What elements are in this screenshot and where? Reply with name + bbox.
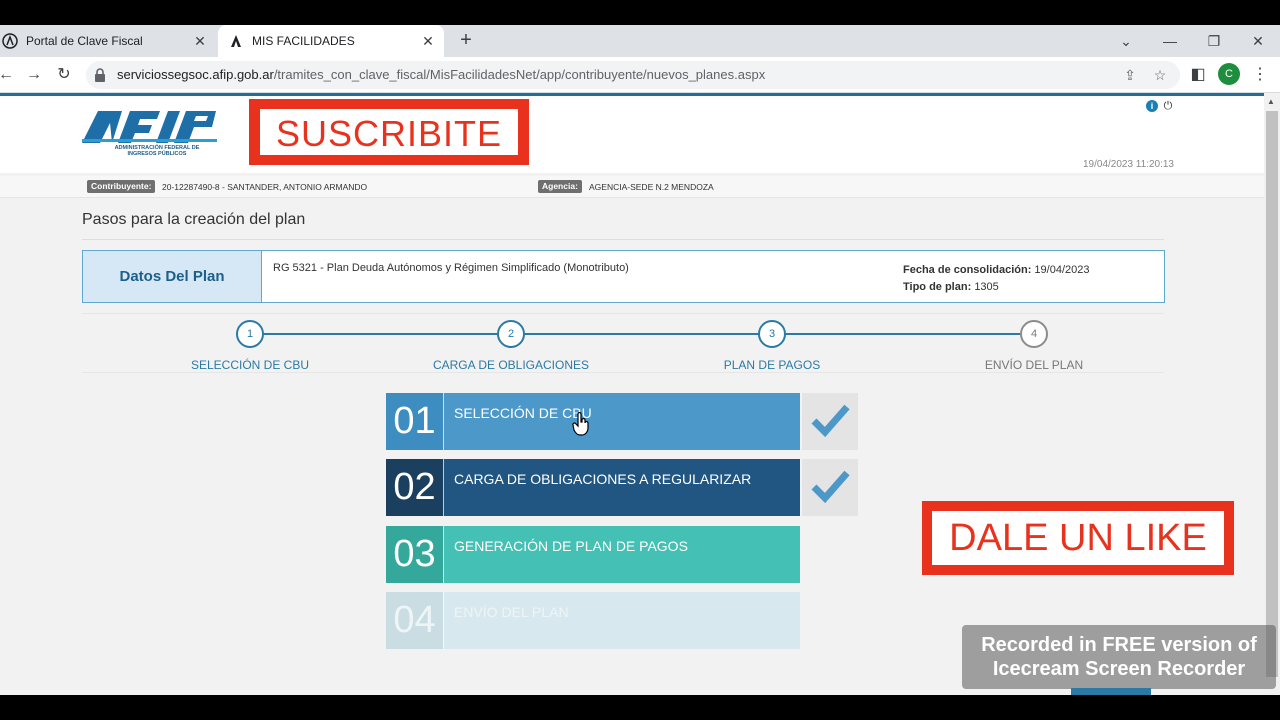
watermark-line-1: Recorded in FREE version of: [981, 634, 1257, 656]
agencia-badge: Agencia:: [538, 180, 582, 193]
taxpayer-info-bar: Contribuyente: 20-12287490-8 - SANTANDER…: [0, 176, 1264, 198]
browser-toolbar: ← → ↻ serviciossegsoc.afip.gob.ar/tramit…: [0, 57, 1280, 93]
tab-title: Portal de Clave Fiscal: [26, 34, 143, 48]
close-window-icon[interactable]: ✕: [1246, 29, 1270, 53]
tab-portal-clave-fiscal[interactable]: Portal de Clave Fiscal ✕: [0, 25, 216, 57]
page-content: ADMINISTRACIÓN FEDERAL DE INGRESOS PÚBLI…: [0, 93, 1264, 695]
back-icon[interactable]: ←: [0, 63, 18, 87]
step-3-label: PLAN DE PAGOS: [723, 358, 821, 372]
minimize-icon[interactable]: —: [1158, 29, 1182, 53]
step-1-label: SELECCIÓN DE CBU: [190, 358, 310, 372]
like-banner: DALE UN LIKE: [922, 501, 1234, 575]
power-icon[interactable]: ⏻: [1162, 100, 1174, 112]
afip-favicon-icon: [231, 35, 241, 47]
afip-logo-mark: [82, 111, 217, 143]
step-4-label: ENVÍO DEL PLAN: [984, 358, 1084, 372]
close-tab-icon[interactable]: ✕: [192, 33, 208, 49]
menu-kebab-icon[interactable]: ⋮: [1248, 63, 1272, 87]
plan-meta: Fecha de consolidación: 19/04/2023 Tipo …: [903, 262, 1089, 296]
tipo-label: Tipo de plan:: [903, 281, 972, 293]
step-1-circle[interactable]: 1: [236, 320, 264, 348]
plan-data-label: Datos Del Plan: [83, 251, 262, 302]
watermark-line-2: Icecream Screen Recorder: [992, 658, 1246, 680]
agencia-value: AGENCIA-SEDE N.2 MENDOZA: [589, 182, 714, 192]
tab-title: MIS FACILIDADES: [252, 34, 355, 48]
address-bar[interactable]: serviciossegsoc.afip.gob.ar/tramites_con…: [86, 61, 1180, 89]
scrollbar-thumb[interactable]: [1266, 111, 1278, 677]
header-icons: i ⏻: [1146, 100, 1174, 112]
profile-avatar[interactable]: C: [1218, 63, 1240, 85]
hand-cursor-icon: [572, 412, 589, 436]
plan-description: RG 5321 - Plan Deuda Autónomos y Régimen…: [273, 262, 629, 274]
page-footer-tab: [1071, 688, 1151, 695]
side-panel-icon[interactable]: ◧: [1186, 63, 1210, 87]
recorder-watermark: Recorded in FREE version of Icecream Scr…: [962, 625, 1276, 689]
plan-data-box: Datos Del Plan RG 5321 - Plan Deuda Autó…: [82, 250, 1165, 303]
stepper-line: [250, 333, 1034, 335]
bookmark-star-icon[interactable]: ☆: [1150, 65, 1170, 85]
close-tab-icon[interactable]: ✕: [420, 33, 436, 49]
card-label: GENERACIÓN DE PLAN DE PAGOS: [443, 526, 800, 583]
step-2-label: CARGA DE OBLIGACIONES: [432, 358, 590, 372]
card-number: 03: [386, 526, 443, 583]
fecha-label: Fecha de consolidación:: [903, 264, 1032, 276]
scroll-up-icon[interactable]: ▲: [1267, 97, 1275, 106]
new-tab-icon[interactable]: +: [456, 30, 476, 50]
tab-mis-facilidades[interactable]: MIS FACILIDADES ✕: [218, 25, 444, 57]
card-number: 02: [386, 459, 443, 516]
page-scrollbar[interactable]: ▲: [1264, 93, 1280, 695]
step-card-envio-plan[interactable]: 04 ENVÍO DEL PLAN: [386, 592, 800, 649]
tipo-value: 1305: [974, 281, 999, 293]
step-3-circle[interactable]: 3: [758, 320, 786, 348]
url-text: serviciossegsoc.afip.gob.ar/tramites_con…: [117, 67, 766, 82]
afip-logo[interactable]: ADMINISTRACIÓN FEDERAL DE INGRESOS PÚBLI…: [82, 109, 227, 161]
card-label: SELECCIÓN DE CBU: [443, 393, 800, 450]
forward-icon[interactable]: →: [22, 63, 46, 87]
logo-subtitle: ADMINISTRACIÓN FEDERAL DE INGRESOS PÚBLI…: [114, 145, 200, 157]
card-number: 04: [386, 592, 443, 649]
step-card-generacion-plan[interactable]: 03 GENERACIÓN DE PLAN DE PAGOS: [386, 526, 800, 583]
afip-favicon-icon: [2, 33, 18, 49]
contribuyente-badge: Contribuyente:: [87, 180, 156, 193]
chevron-down-icon[interactable]: ⌄: [1114, 29, 1138, 53]
lock-icon: [95, 68, 105, 82]
tab-bar: Portal de Clave Fiscal ✕ MIS FACILIDADES…: [0, 25, 1280, 57]
fecha-value: 19/04/2023: [1034, 264, 1090, 276]
info-icon[interactable]: i: [1146, 100, 1158, 112]
card-label: ENVÍO DEL PLAN: [443, 592, 800, 649]
step-card-seleccion-cbu[interactable]: 01 SELECCIÓN DE CBU: [386, 393, 800, 450]
reload-icon[interactable]: ↻: [52, 63, 76, 87]
step-2-circle[interactable]: 2: [497, 320, 525, 348]
restore-icon[interactable]: ❐: [1202, 29, 1226, 53]
step-card-carga-obligaciones[interactable]: 02 CARGA DE OBLIGACIONES A REGULARIZAR: [386, 459, 800, 516]
screen: Portal de Clave Fiscal ✕ MIS FACILIDADES…: [0, 0, 1280, 720]
page-title: Pasos para la creación del plan: [82, 211, 306, 228]
share-icon[interactable]: ⇪: [1120, 65, 1140, 85]
contribuyente-value: 20-12287490-8 - SANTANDER, ANTONIO ARMAN…: [162, 182, 368, 192]
divider: [82, 239, 1164, 240]
checkmark-icon: [802, 393, 858, 450]
subscribe-banner: SUSCRIBITE: [249, 99, 529, 165]
card-number: 01: [386, 393, 443, 450]
checkmark-icon: [802, 459, 858, 516]
progress-stepper: 1 2 3 4 SELECCIÓN DE CBU CARGA DE OBLIGA…: [82, 313, 1164, 373]
like-text: DALE UN LIKE: [949, 517, 1207, 559]
card-label: CARGA DE OBLIGACIONES A REGULARIZAR: [443, 459, 800, 516]
step-4-circle[interactable]: 4: [1020, 320, 1048, 348]
session-datetime: 19/04/2023 11:20:13: [1082, 159, 1174, 170]
subscribe-text: SUSCRIBITE: [275, 113, 503, 154]
